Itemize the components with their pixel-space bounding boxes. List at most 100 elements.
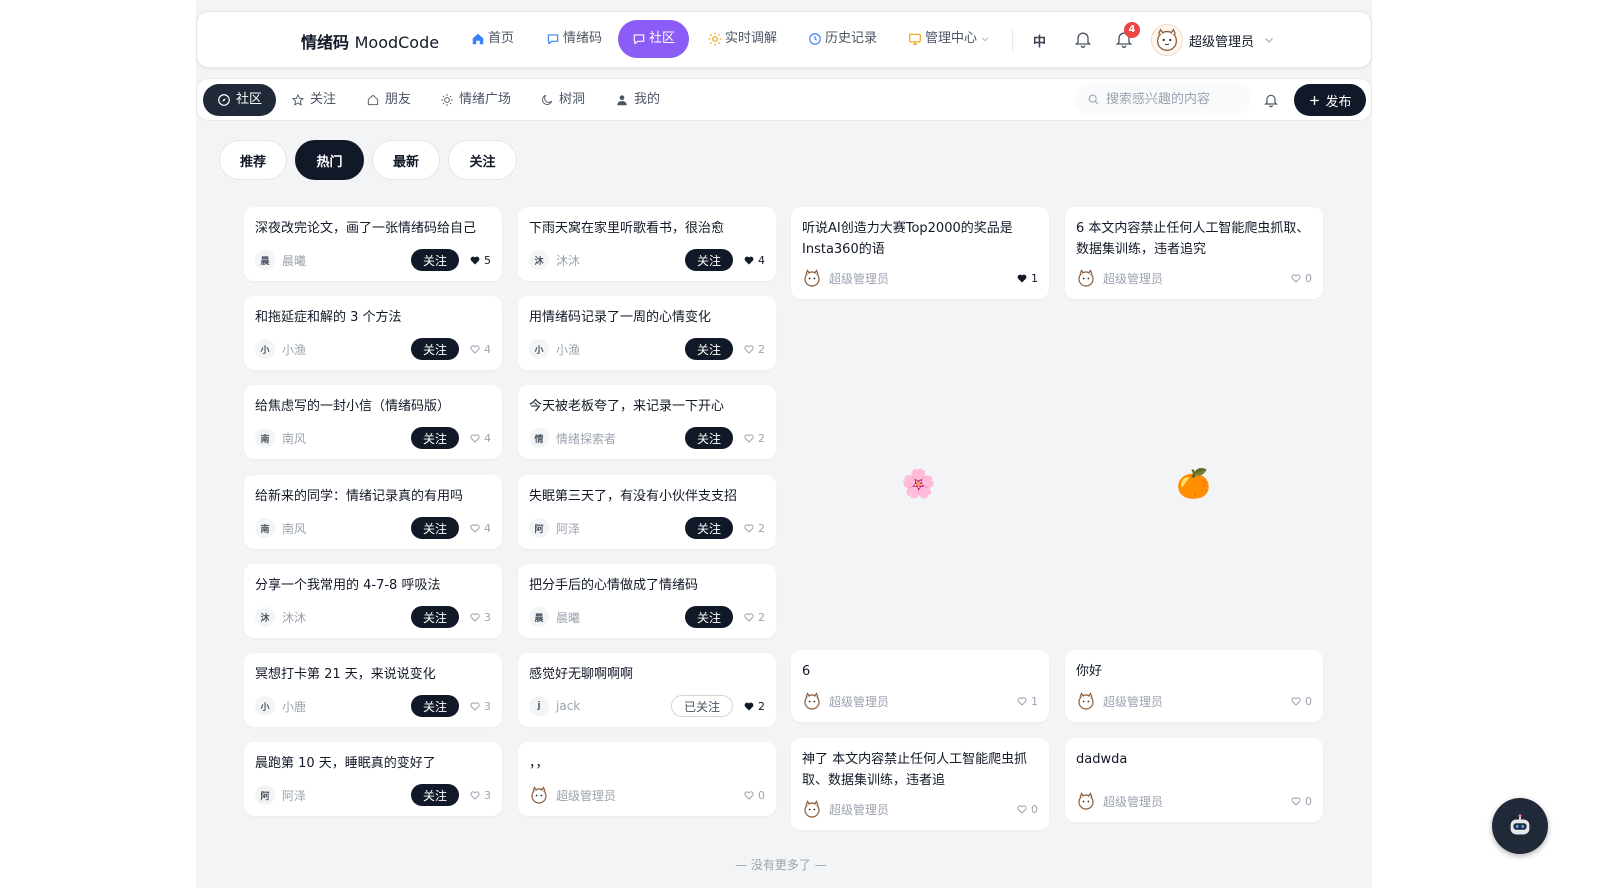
follow-button[interactable]: 关注 [410, 249, 459, 271]
ai-assistant-button[interactable] [1492, 798, 1548, 854]
post-card[interactable]: 晨跑第 10 天，睡眠真的变好了阿阿泽 关注 3 [244, 742, 502, 816]
post-card[interactable]: 下雨天窝在家里听歌看书，很治愈沐沐沐 关注 4 [518, 207, 776, 281]
post-title[interactable]: 感觉好无聊啊啊啊 [529, 664, 765, 685]
post-title[interactable]: 用情绪码记录了一周的心情变化 [529, 307, 765, 328]
follow-button[interactable]: 关注 [684, 606, 733, 628]
author-name[interactable]: 超级管理员 [1103, 793, 1290, 810]
user-name[interactable]: 超级管理员 [1189, 31, 1254, 50]
author-name[interactable]: 阿泽 [556, 520, 685, 537]
author-avatar[interactable]: 阿 [255, 785, 275, 805]
post-title[interactable]: 分享一个我常用的 4-7-8 呼吸法 [255, 575, 491, 596]
like-button[interactable]: 3 [469, 700, 491, 713]
post-title[interactable]: 6 本文内容禁止任何人工智能爬虫抓取、数据集训练，违者追究 [1076, 218, 1312, 260]
like-button[interactable]: 3 [469, 789, 491, 802]
author-avatar[interactable]: 阿 [529, 518, 549, 538]
nav-community[interactable]: 社区 [618, 20, 690, 58]
author-name[interactable]: 小鹿 [282, 698, 411, 715]
post-card[interactable]: 冥想打卡第 21 天，来说说变化小小鹿 关注 3 [244, 653, 502, 727]
subtab-friends[interactable]: 朋友 [366, 84, 411, 116]
post-card[interactable]: 和拖延症和解的 3 个方法小小渔 关注 4 [244, 296, 502, 370]
post-card[interactable]: 6 本文内容禁止任何人工智能爬虫抓取、数据集训练，违者追究超级管理员 0 [1065, 207, 1323, 299]
author-name[interactable]: 阿泽 [282, 787, 411, 804]
author-name[interactable]: 沐沐 [282, 609, 411, 626]
post-card[interactable]: 6 超级管理员 1 [791, 650, 1049, 722]
search-input[interactable] [1106, 92, 1246, 107]
author-name[interactable]: 超级管理员 [829, 270, 1016, 287]
follow-button[interactable]: 关注 [684, 517, 733, 539]
nav-admin[interactable]: 管理中心 [908, 20, 990, 58]
follow-button[interactable]: 关注 [410, 784, 459, 806]
author-avatar[interactable]: j [529, 696, 549, 716]
post-title[interactable]: 下雨天窝在家里听歌看书，很治愈 [529, 218, 765, 239]
filter-latest[interactable]: 最新 [372, 140, 440, 180]
post-card[interactable]: 深夜改完论文，画了一张情绪码给自己晨晨曦 关注 5 [244, 207, 502, 281]
post-title[interactable]: 冥想打卡第 21 天，来说说变化 [255, 664, 491, 685]
post-title[interactable]: 今天被老板夸了，来记录一下开心 [529, 396, 765, 417]
post-card[interactable]: 感觉好无聊啊啊啊 j jack 已关注 2 [518, 653, 776, 727]
post-title[interactable]: 深夜改完论文，画了一张情绪码给自己 [255, 218, 491, 239]
like-button[interactable]: 2 [743, 522, 765, 535]
post-title[interactable]: 把分手后的心情做成了情绪码 [529, 575, 765, 596]
subtab-mine[interactable]: 我的 [615, 84, 660, 116]
post-title[interactable]: 给新来的同学：情绪记录真的有用吗 [255, 486, 491, 507]
author-name[interactable]: 超级管理员 [829, 693, 1016, 710]
post-card[interactable]: 分享一个我常用的 4-7-8 呼吸法沐沐沐 关注 3 [244, 564, 502, 638]
author-name[interactable]: 超级管理员 [556, 787, 743, 804]
brand-logo[interactable]: 情绪码 MoodCode [301, 29, 439, 53]
author-name[interactable]: 超级管理员 [1103, 270, 1290, 287]
author-avatar[interactable]: 沐 [529, 250, 549, 270]
filter-hot[interactable]: 热门 [295, 140, 364, 180]
post-card[interactable]: 听说AI创造力大赛Top2000的奖品是Insta360的语 超级管理员 1 [791, 207, 1049, 299]
subtab-community[interactable]: 社区 [203, 84, 277, 116]
filter-recommend[interactable]: 推荐 [219, 140, 287, 180]
like-button[interactable]: 3 [469, 611, 491, 624]
language-toggle[interactable]: 中 [1033, 31, 1046, 50]
author-name[interactable]: 南风 [282, 430, 411, 447]
like-button[interactable]: 0 [1290, 795, 1312, 808]
follow-button[interactable]: 关注 [410, 695, 459, 717]
author-avatar[interactable]: 沐 [255, 607, 275, 627]
follow-button[interactable]: 已关注 [670, 695, 733, 717]
author-avatar[interactable]: 小 [255, 696, 275, 716]
follow-button[interactable]: 关注 [684, 249, 733, 271]
author-name[interactable]: 晨曦 [282, 252, 411, 269]
post-title[interactable]: 6 [802, 661, 1038, 682]
filter-following[interactable]: 关注 [448, 140, 517, 180]
bell-icon[interactable] [1073, 29, 1093, 49]
author-name[interactable]: 超级管理员 [829, 801, 1016, 818]
like-button[interactable]: 4 [469, 432, 491, 445]
author-name[interactable]: 沐沐 [556, 252, 685, 269]
post-card[interactable]: 你好 超级管理员 0 [1065, 650, 1323, 722]
post-title[interactable]: 晨跑第 10 天，睡眠真的变好了 [255, 753, 491, 774]
like-button[interactable]: 0 [743, 789, 765, 802]
like-button[interactable]: 0 [1290, 272, 1312, 285]
post-card[interactable]: 今天被老板夸了，来记录一下开心情情绪探索者 关注 2 [518, 385, 776, 459]
author-name[interactable]: 南风 [282, 520, 411, 537]
subtab-treehole[interactable]: 树洞 [540, 84, 585, 116]
bell-icon[interactable] [1263, 92, 1279, 108]
post-card[interactable]: 把分手后的心情做成了情绪码晨晨曦 关注 2 [518, 564, 776, 638]
like-button[interactable]: 2 [743, 611, 765, 624]
like-button[interactable]: 0 [1290, 695, 1312, 708]
like-button[interactable]: 5 [469, 254, 491, 267]
post-title[interactable]: 给焦虑写的一封小信（情绪码版） [255, 396, 491, 417]
nav-history[interactable]: 历史记录 [808, 20, 877, 58]
publish-button[interactable]: 发布 [1294, 84, 1366, 116]
author-avatar[interactable]: 晨 [255, 250, 275, 270]
author-name[interactable]: jack [556, 699, 671, 713]
like-button[interactable]: 2 [743, 432, 765, 445]
like-button[interactable]: 4 [743, 254, 765, 267]
post-card[interactable]: 神了 本文内容禁止任何人工智能爬虫抓取、数据集训练，违者追 超级管理员 0 [791, 738, 1049, 830]
like-button[interactable]: 4 [469, 522, 491, 535]
post-title[interactable]: 失眠第三天了，有没有小伙伴支支招 [529, 486, 765, 507]
post-card[interactable]: 失眠第三天了，有没有小伙伴支支招阿阿泽 关注 2 [518, 475, 776, 549]
author-avatar[interactable]: 南 [255, 428, 275, 448]
like-button[interactable]: 2 [743, 700, 765, 713]
post-card[interactable]: 用情绪码记录了一周的心情变化小小渔 关注 2 [518, 296, 776, 370]
like-button[interactable]: 0 [1016, 803, 1038, 816]
follow-button[interactable]: 关注 [410, 606, 459, 628]
follow-button[interactable]: 关注 [410, 338, 459, 360]
nav-moodcode[interactable]: 情绪码 [546, 20, 602, 58]
subtab-plaza[interactable]: 情绪广场 [440, 84, 511, 116]
post-title[interactable]: 和拖延症和解的 3 个方法 [255, 307, 491, 328]
